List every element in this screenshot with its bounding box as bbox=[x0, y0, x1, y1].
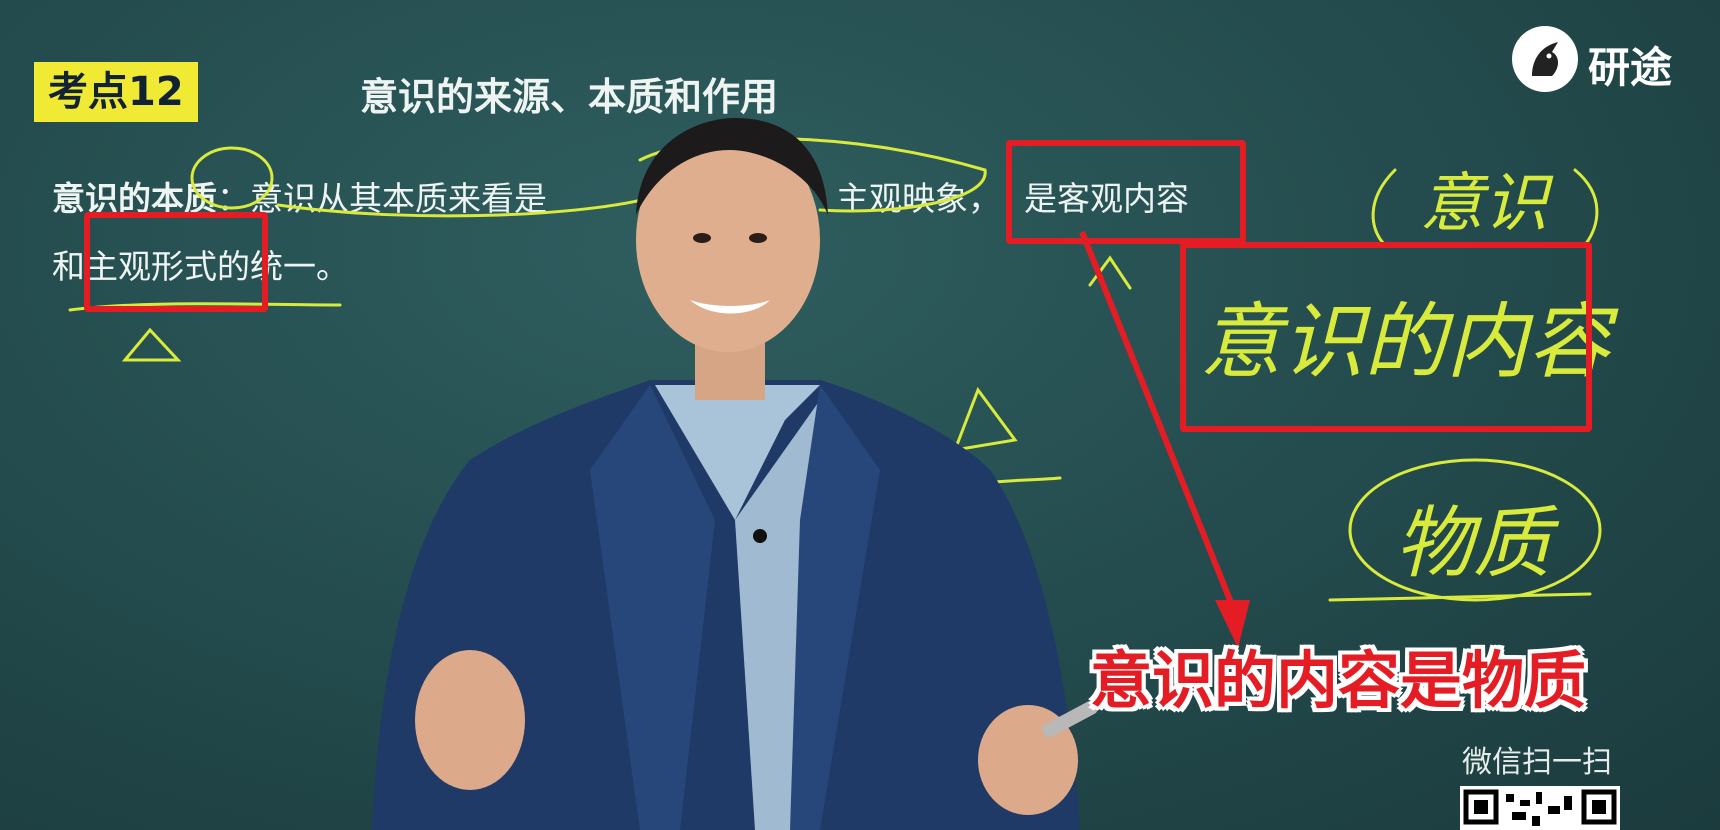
wechat-scan-label: 微信扫一扫 bbox=[1462, 745, 1612, 780]
video-frame: 考点12 意识的来源、本质和作用 意识的本质：意识从其本质来看是 主观映象， 是… bbox=[0, 0, 1720, 830]
summary-caption: 意识的内容是物质 bbox=[1090, 644, 1587, 717]
unicorn-logo-icon bbox=[1512, 26, 1578, 92]
qr-code-icon[interactable] bbox=[1460, 786, 1620, 830]
brand-name: 研途 bbox=[1588, 43, 1673, 92]
